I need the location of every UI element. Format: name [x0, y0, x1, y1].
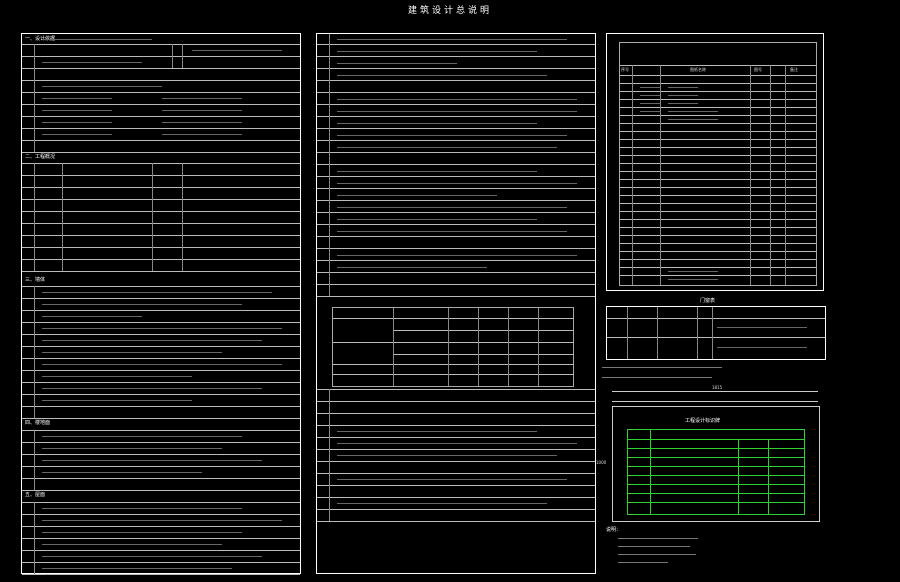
middle-spec-panel [316, 33, 596, 574]
material-table [332, 307, 574, 387]
left-spec-panel: 一、设计依据 二、工程概况 三、墙体 四、楼地面 五、屋面 [21, 33, 301, 575]
notes-title: 说明： [606, 527, 622, 533]
dimension-left: 1000 [596, 460, 607, 465]
signboard-green-table [627, 429, 805, 515]
signboard-title: 工程设计标识牌 [685, 418, 721, 424]
door-window-table [606, 306, 826, 360]
signboard-frame: 工程设计标识牌 [612, 406, 820, 522]
drawing-list-header-name: 图纸名称 [690, 67, 706, 72]
section-heading-walls: 三、墙体 [25, 277, 46, 283]
section-heading-floors: 四、楼地面 [25, 420, 51, 426]
drawing-list-header-code: 图号 [754, 67, 762, 72]
section-heading-roof: 五、屋面 [25, 492, 46, 498]
drawing-list-header-no: 序号 [621, 67, 629, 72]
drawing-list-header-note: 备注 [790, 67, 798, 72]
dimension-top: 1815 [712, 385, 723, 390]
section-heading-overview: 二、工程概况 [25, 154, 56, 160]
drawing-list-frame: 序号 图纸名称 图号 备注 [606, 33, 824, 291]
door-window-table-title: 门窗表 [700, 298, 716, 304]
drawing-title: 建筑设计总说明 [407, 6, 492, 16]
drawing-list-table: 序号 图纸名称 图号 备注 [619, 42, 817, 286]
